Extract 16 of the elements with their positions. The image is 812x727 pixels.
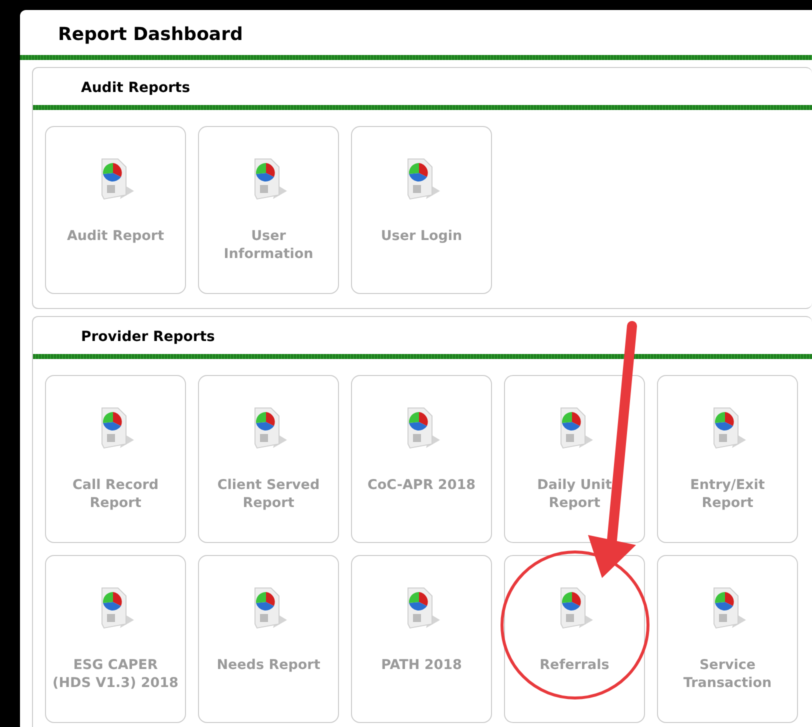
report-tile[interactable]: Call Record Report xyxy=(45,375,186,543)
report-tile[interactable]: Entry/Exit Report xyxy=(657,375,798,543)
report-tile[interactable]: ESG CAPER (HDS V1.3) 2018 xyxy=(45,555,186,723)
report-tile[interactable]: CoC-APR 2018 xyxy=(351,375,492,543)
report-tile[interactable]: User Information xyxy=(198,126,339,294)
section-title: Audit Reports xyxy=(80,79,192,98)
report-tile[interactable]: Daily Unit Report xyxy=(504,375,645,543)
report-tile[interactable]: Service Transaction xyxy=(657,555,798,723)
report-tile[interactable]: Client Served Report xyxy=(198,375,339,543)
report-tile[interactable]: User Login xyxy=(351,126,492,294)
report-tile[interactable]: Referrals xyxy=(504,555,645,723)
report-tile[interactable]: PATH 2018 xyxy=(351,555,492,723)
section-title: Provider Reports xyxy=(80,328,216,347)
page-title: Report Dashboard xyxy=(57,23,244,47)
report-tile[interactable]: Needs Report xyxy=(198,555,339,723)
report-tile[interactable]: Audit Report xyxy=(45,126,186,294)
